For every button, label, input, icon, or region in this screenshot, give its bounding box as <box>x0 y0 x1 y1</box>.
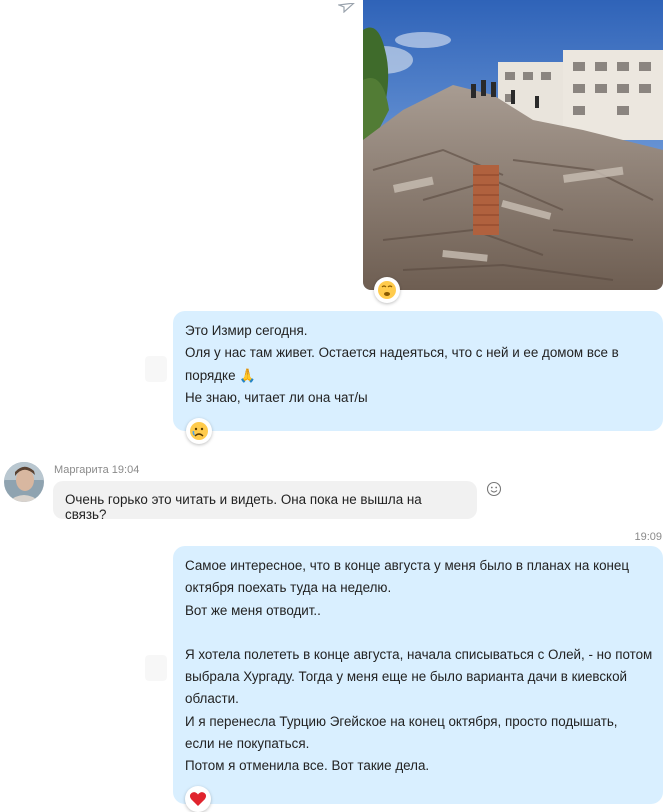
message-time: 19:04 <box>111 464 140 476</box>
avatar[interactable] <box>4 462 44 502</box>
message-time: 19:09 <box>634 531 662 543</box>
sender-meta: Маргарита 19:04 <box>54 464 139 476</box>
message-line: И я перенесла Турцию Эгейское на конец о… <box>185 713 618 729</box>
outgoing-message-izmir[interactable]: Это Измир сегодня. Оля у нас там живет. … <box>173 311 663 431</box>
message-avatar-placeholder <box>145 655 167 681</box>
message-avatar-placeholder <box>145 356 167 382</box>
shared-photo[interactable] <box>363 0 663 290</box>
sender-name: Маргарита <box>54 464 109 476</box>
message-line: Самое интересное, что в конце августа у … <box>185 558 630 573</box>
red-heart-emoji[interactable] <box>185 786 211 812</box>
message-line: октября поехать туда на неделю. <box>185 580 392 596</box>
message-line: Оля у нас там живет. Остается надеяться,… <box>185 345 619 361</box>
message-line: Потом я отменила все. Вот такие дела. <box>185 758 430 774</box>
message-line: Не знаю, читает ли она чат/ы <box>185 389 368 405</box>
message-line: Это Измир сегодня. <box>185 323 308 338</box>
outgoing-message-plans[interactable]: Самое интересное, что в конце августа у … <box>173 546 663 804</box>
crying-face-emoji[interactable] <box>186 418 212 444</box>
incoming-message[interactable]: Очень горько это читать и видеть. Она по… <box>53 481 477 522</box>
message-line: Вот же меня отводит.. <box>185 602 321 618</box>
message-line: если не покупаться. <box>185 736 310 752</box>
worried-face-emoji[interactable] <box>374 277 400 303</box>
chat-conversation: Это Измир сегодня. Оля у нас там живет. … <box>0 0 670 812</box>
incoming-message-text: Очень горько это читать и видеть. Она по… <box>65 492 422 522</box>
message-line: выбрала Хургаду. Тогда у меня еще не был… <box>185 669 627 685</box>
message-line: порядке 🙏 <box>185 367 256 383</box>
message-line <box>185 622 651 644</box>
message-line: области. <box>185 691 239 707</box>
smiley-add-reaction-icon[interactable] <box>486 481 502 497</box>
paper-plane-icon <box>336 0 356 14</box>
message-line: Я хотела полететь в конце августа, начал… <box>185 646 653 662</box>
